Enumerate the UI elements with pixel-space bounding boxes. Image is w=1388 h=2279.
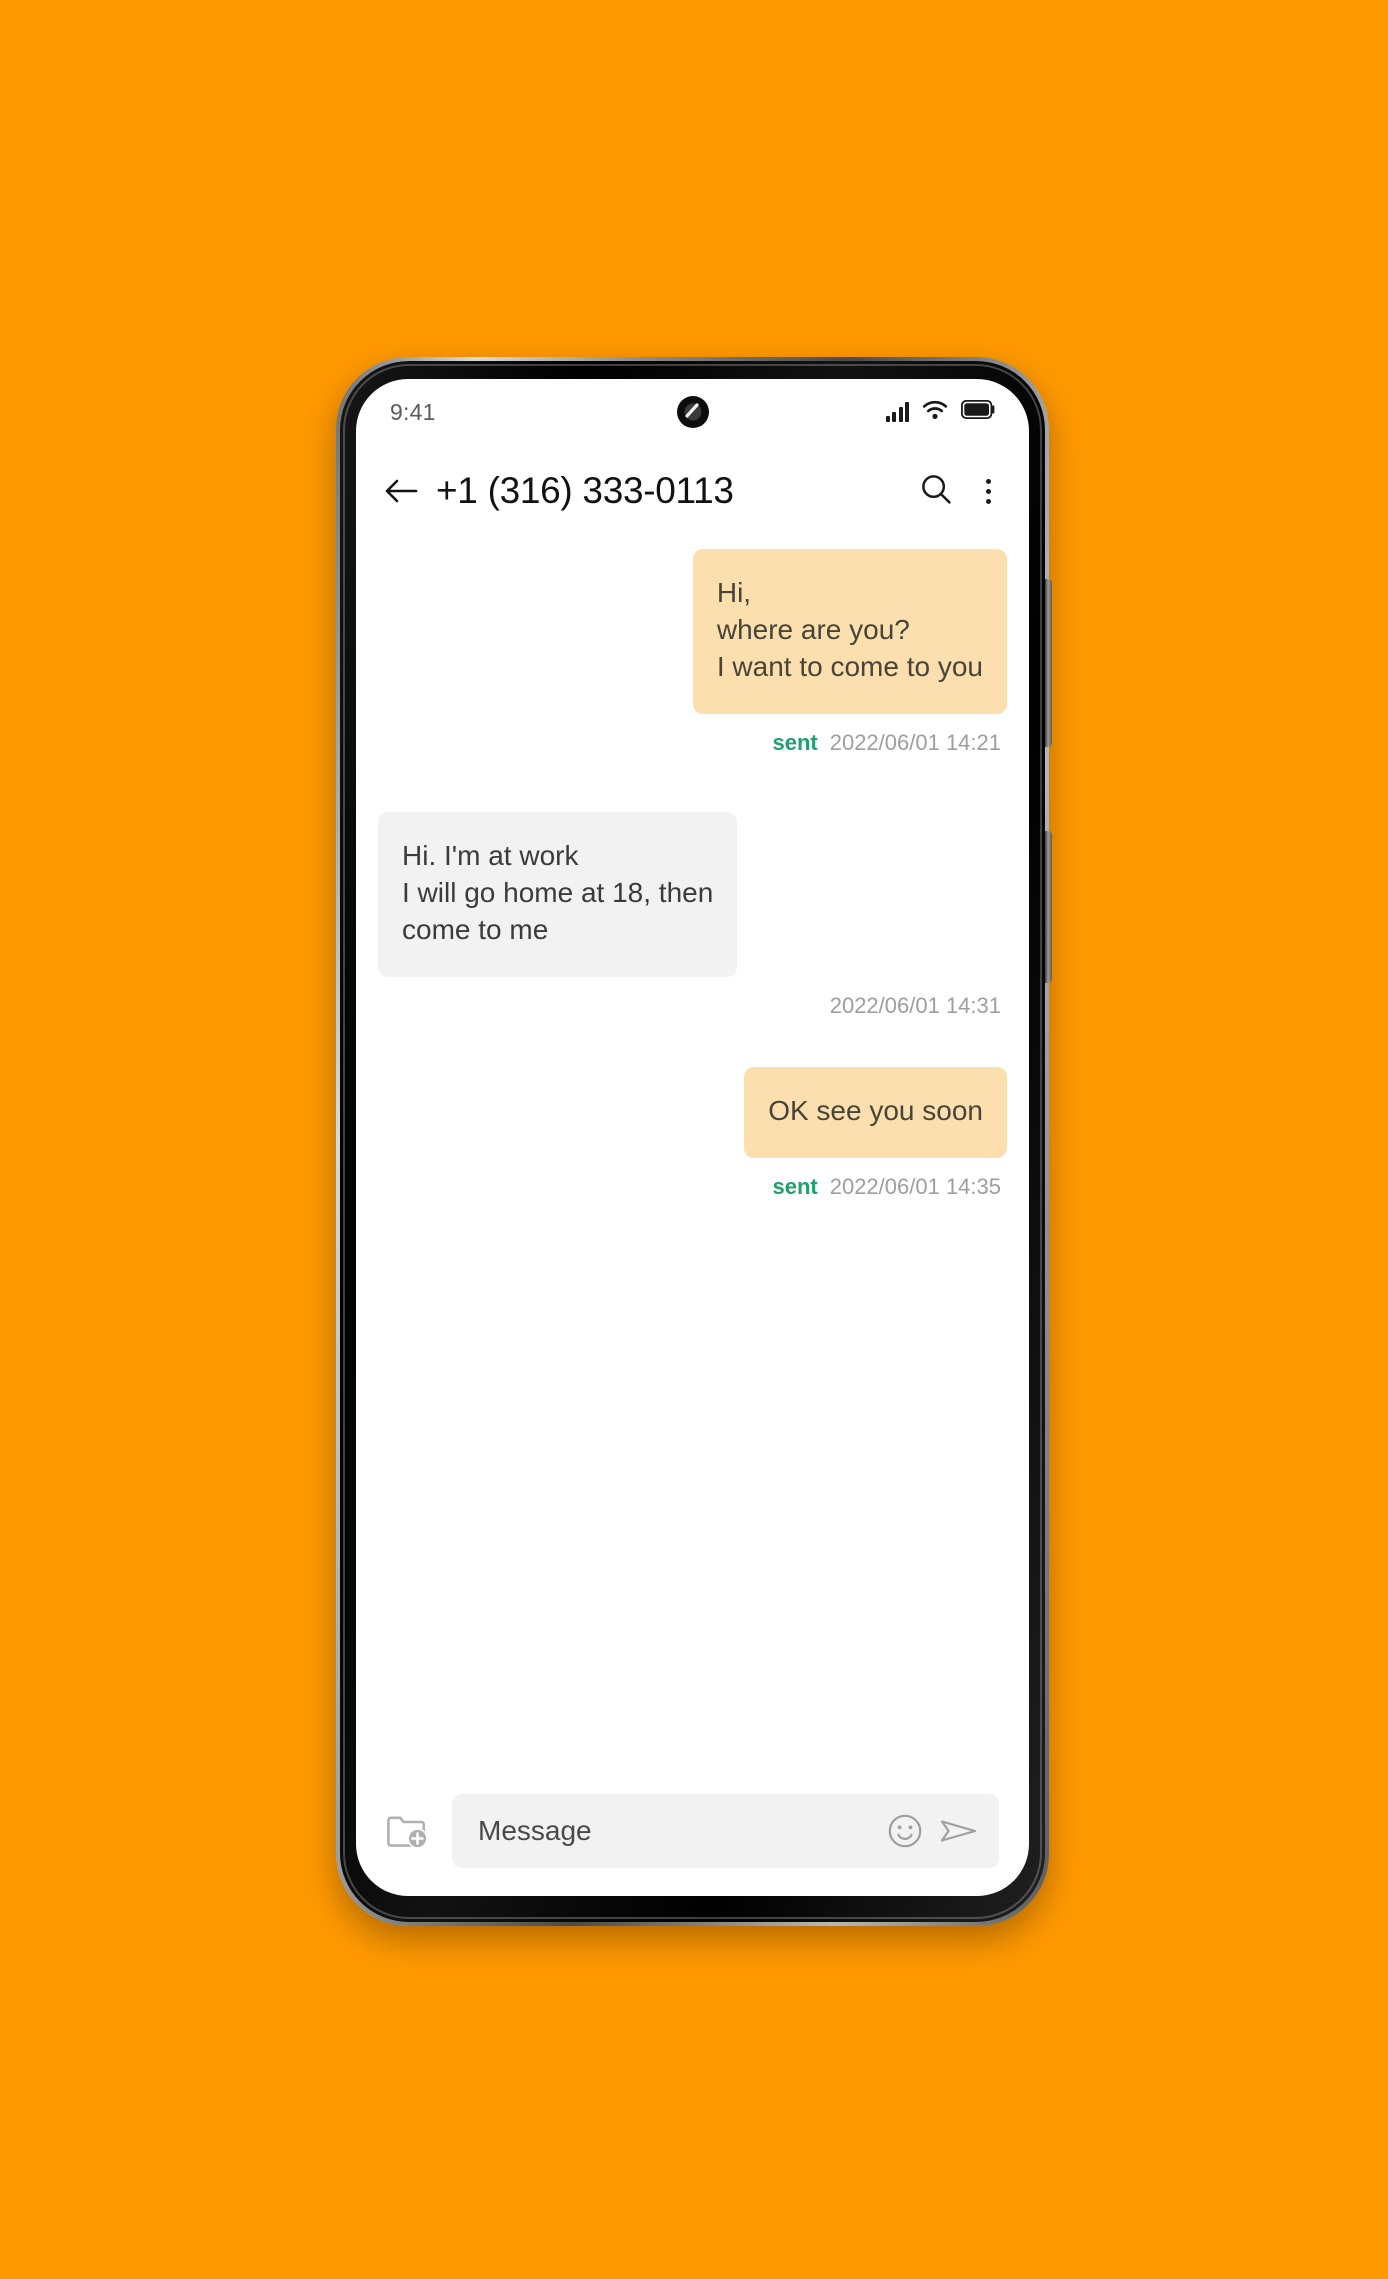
status-badge: sent <box>772 1173 818 1199</box>
message-row-outgoing: Hi, where are you? I want to come to you… <box>378 549 1007 786</box>
status-badge: sent <box>772 729 818 755</box>
phone-screen: 9:41 +1 (316) 333-0113 Hi, where are you… <box>356 379 1029 1896</box>
message-input-field[interactable] <box>452 1794 999 1868</box>
send-icon[interactable] <box>939 1813 979 1849</box>
status-bar-icons <box>885 399 996 425</box>
message-row-outgoing: OK see you soon sent 2022/06/01 14:35 <box>378 1066 1007 1230</box>
wifi-icon <box>922 400 948 425</box>
phone-body: 9:41 +1 (316) 333-0113 Hi, where are you… <box>340 361 1052 1922</box>
phone-frame: 9:41 +1 (316) 333-0113 Hi, where are you… <box>336 357 1052 1926</box>
message-composer <box>356 1784 1029 1896</box>
message-list[interactable]: Hi, where are you? I want to come to you… <box>356 537 1029 1784</box>
battery-full-icon <box>960 399 995 424</box>
emoji-smiley-icon[interactable] <box>887 1813 923 1849</box>
message-timestamp: 2022/06/01 14:31 <box>829 992 1001 1018</box>
message-bubble[interactable]: Hi, where are you? I want to come to you <box>692 549 1007 714</box>
app-bar: +1 (316) 333-0113 <box>356 445 1029 537</box>
back-arrow-icon[interactable] <box>384 476 418 506</box>
message-bubble[interactable]: Hi. I'm at work I will go home at 18, th… <box>378 811 738 977</box>
search-icon[interactable] <box>920 473 952 510</box>
camera-punch-hole-icon <box>676 395 710 429</box>
cellular-signal-icon <box>885 402 909 422</box>
message-bubble[interactable]: OK see you soon <box>744 1066 1007 1158</box>
overflow-menu-icon[interactable] <box>978 475 999 508</box>
status-bar-time: 9:41 <box>390 398 436 425</box>
volume-button[interactable] <box>1045 579 1052 747</box>
message-meta: sent 2022/06/01 14:35 <box>772 1174 1001 1200</box>
message-meta: 2022/06/01 14:31 <box>818 993 1001 1019</box>
status-bar: 9:41 <box>356 379 1029 445</box>
page-title: +1 (316) 333-0113 <box>436 470 734 511</box>
message-meta: sent 2022/06/01 14:21 <box>772 730 1001 756</box>
message-timestamp: 2022/06/01 14:35 <box>829 1173 1001 1199</box>
message-timestamp: 2022/06/01 14:21 <box>829 729 1001 755</box>
power-button[interactable] <box>1045 831 1052 983</box>
message-row-incoming: Hi. I'm at work I will go home at 18, th… <box>378 811 1007 1049</box>
app-bar-actions <box>920 473 999 510</box>
folder-add-icon[interactable] <box>386 1811 430 1851</box>
message-input[interactable] <box>478 1815 871 1847</box>
